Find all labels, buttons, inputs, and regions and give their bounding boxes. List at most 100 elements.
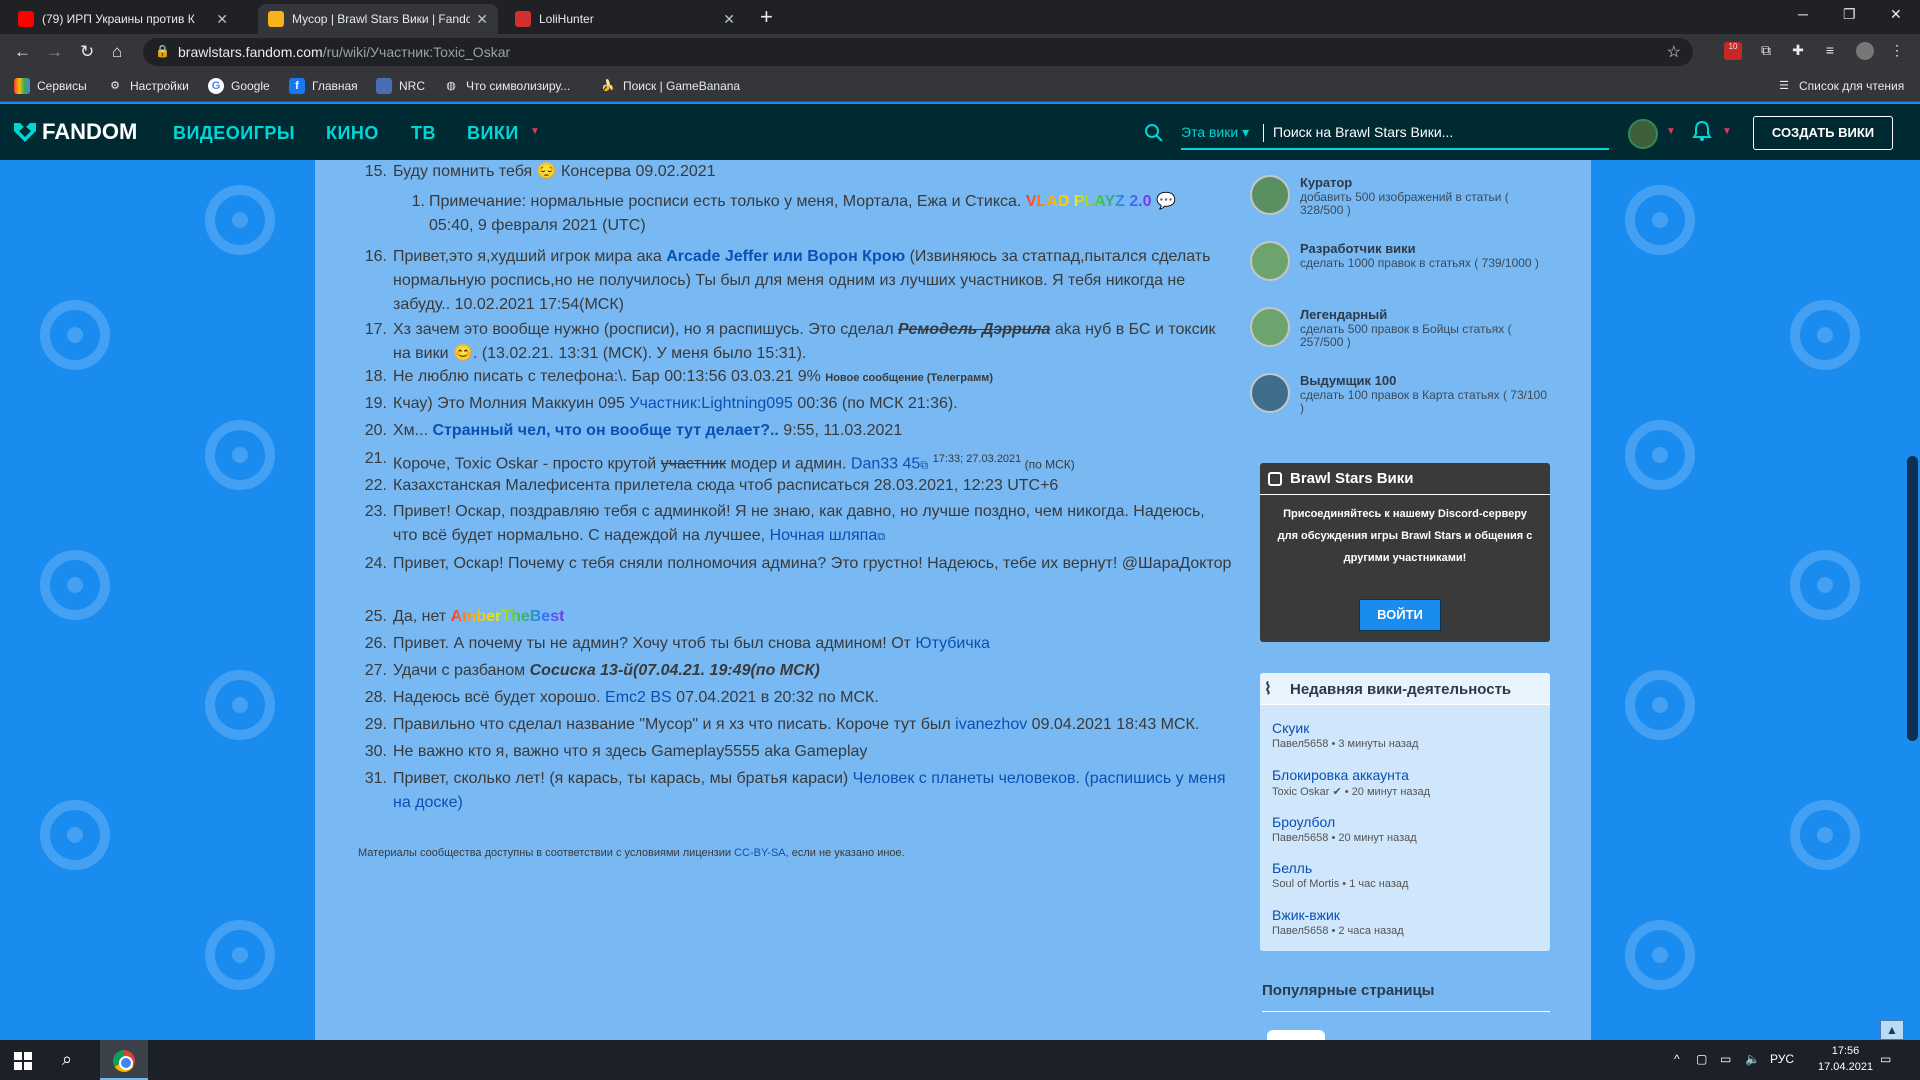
popular-page-thumbnail[interactable] <box>1267 1030 1325 1040</box>
user-link[interactable]: Ютубичка <box>915 635 990 652</box>
extension-icon[interactable]: ⧉ <box>1757 42 1775 60</box>
close-icon[interactable]: ✕ <box>723 11 735 28</box>
user-link[interactable]: VLAD PLAYZ 2.0 <box>1026 193 1152 210</box>
user-link[interactable]: ivanezhov <box>955 716 1027 733</box>
forward-icon[interactable]: → <box>46 42 63 62</box>
reload-icon[interactable]: ↻ <box>80 42 94 62</box>
menu-icon[interactable]: ⋮ <box>1888 42 1906 60</box>
search-icon[interactable] <box>1144 123 1164 143</box>
language-indicator[interactable]: РУС <box>1770 1052 1794 1066</box>
puzzle-icon[interactable]: ✚ <box>1789 42 1807 60</box>
adblock-icon[interactable]: 10 <box>1724 42 1742 60</box>
user-link[interactable]: AmberTheBest <box>451 608 565 625</box>
bookmark-main[interactable]: f Главная <box>289 78 358 94</box>
page-icon <box>515 11 531 27</box>
close-icon[interactable]: ✕ <box>216 11 228 28</box>
close-window-icon[interactable]: ✕ <box>1890 6 1902 23</box>
profile-avatar[interactable] <box>1856 42 1874 60</box>
activity-link[interactable]: Блокировка аккаунта <box>1272 767 1430 783</box>
user-link[interactable]: Dan33 45 <box>851 455 920 472</box>
scrollbar-thumb[interactable] <box>1907 456 1918 741</box>
chevron-down-icon[interactable]: ▼ <box>1722 126 1732 137</box>
volume-icon[interactable]: 🔈 <box>1745 1052 1760 1066</box>
restore-icon[interactable]: ❐ <box>1843 6 1856 23</box>
activity-link[interactable]: Вжик-вжик <box>1272 907 1404 923</box>
badge-icon <box>1250 307 1290 347</box>
bookmark-services[interactable]: Сервисы <box>14 78 87 94</box>
external-link-icon: ⧉ <box>877 531 886 543</box>
chevron-down-icon[interactable]: ▼ <box>530 126 540 137</box>
chrome-taskbar-button[interactable] <box>100 1040 148 1080</box>
badge-icon <box>1250 241 1290 281</box>
nav-games[interactable]: ВИДЕОИГРЫ <box>173 123 295 144</box>
bookmark-google[interactable]: G Google <box>208 78 270 94</box>
badge-icon <box>1250 175 1290 215</box>
discord-icon <box>1268 472 1282 486</box>
bookmark-symbol[interactable]: ◍ Что символизиру... <box>443 78 570 94</box>
tab-bar: (79) ИРП Украины против К ✕ Мусор | Braw… <box>0 0 1920 34</box>
gear-icon: ⚙ <box>110 80 120 92</box>
search-scope[interactable]: Эта вики ▾ <box>1181 124 1249 141</box>
bookmark-gamebanana[interactable]: 🍌 Поиск | GameBanana <box>600 78 740 94</box>
apps-icon <box>14 78 30 94</box>
user-link[interactable]: Emc2 BS <box>605 689 672 706</box>
notification-icon[interactable]: ▭ <box>1880 1052 1891 1066</box>
discord-widget: Brawl Stars Вики Присоединяйтесь к нашем… <box>1260 463 1550 642</box>
tab-youtube[interactable]: (79) ИРП Украины против К ✕ <box>8 4 238 34</box>
join-button[interactable]: ВОЙТИ <box>1359 599 1441 631</box>
user-link[interactable]: Ремодель Дэррила <box>898 321 1050 338</box>
scroll-to-top-button[interactable]: ▲ <box>1880 1020 1904 1040</box>
taskbar: ⌕ ^ ▢ ▭ 🔈 РУС 17:56 17.04.2021 ▭ <box>0 1040 1920 1080</box>
nav-wikis[interactable]: ВИКИ <box>467 123 519 144</box>
tab-fandom[interactable]: Мусор | Brawl Stars Вики | Fandom ✕ <box>258 4 498 34</box>
fandom-tab-icon <box>268 11 284 27</box>
tray-chevron-icon[interactable]: ^ <box>1674 1052 1680 1066</box>
network-icon[interactable]: ▭ <box>1720 1052 1731 1066</box>
close-icon[interactable]: ✕ <box>476 11 488 28</box>
badge-icon <box>1250 373 1290 413</box>
user-link[interactable]: Arcade Jeffer или Ворон Крою <box>666 248 905 265</box>
reading-list[interactable]: ☰ Список для чтения <box>1776 78 1904 94</box>
fandom-logo[interactable]: FANDOM <box>12 119 137 145</box>
create-wiki-button[interactable]: СОЗДАТЬ ВИКИ <box>1753 116 1893 150</box>
license-link[interactable]: CC-BY-SA <box>734 847 786 859</box>
chevron-down-icon[interactable]: ▼ <box>1666 126 1676 137</box>
new-tab-button[interactable]: + <box>760 6 773 28</box>
reading-list-icon: ☰ <box>1779 80 1789 92</box>
search-icon[interactable]: ⌕ <box>62 1049 72 1070</box>
discord-header: Brawl Stars Вики <box>1260 463 1550 495</box>
minimize-icon[interactable]: ─ <box>1798 6 1808 22</box>
home-icon[interactable]: ⌂ <box>112 42 122 62</box>
bookmark-nrc[interactable]: NRC <box>376 78 425 94</box>
user-link[interactable]: Участник:Lightning095 <box>629 395 793 412</box>
clock[interactable]: 17:56 17.04.2021 <box>1818 1043 1873 1075</box>
address-bar[interactable]: 🔒 brawlstars.fandom.com/ru/wiki/Участник… <box>143 38 1693 66</box>
activity-link[interactable]: Броулбол <box>1272 814 1417 830</box>
tab-lolihunter[interactable]: LoliHunter ✕ <box>505 4 745 34</box>
bookmark-settings[interactable]: ⚙ Настройки <box>107 78 189 94</box>
globe-icon: ◍ <box>446 80 456 92</box>
activity-link[interactable]: Белль <box>1272 860 1408 876</box>
back-icon[interactable]: ← <box>14 42 31 62</box>
activity-link[interactable]: Скуик <box>1272 720 1418 736</box>
activity-item: Блокировка аккаунта Toxic Oskar ✔ • 20 м… <box>1272 767 1431 798</box>
activity-item: Белль Soul of Mortis • 1 час назад <box>1272 860 1409 890</box>
search-input[interactable]: Эта вики ▾ Поиск на Brawl Stars Вики... <box>1181 118 1609 150</box>
activity-item: Скуик Павел5658 • 3 минуты назад <box>1272 720 1419 750</box>
bell-icon[interactable] <box>1692 120 1712 142</box>
meet-icon[interactable]: ▢ <box>1696 1052 1707 1066</box>
divider <box>1262 1011 1550 1012</box>
windows-start-icon[interactable] <box>14 1052 32 1070</box>
popular-pages-heading: Популярные страницы <box>1262 982 1435 999</box>
bookmark-star-icon[interactable]: ☆ <box>1667 42 1681 62</box>
nav-tv[interactable]: ТВ <box>411 123 436 144</box>
nav-movies[interactable]: КИНО <box>326 123 379 144</box>
avatar[interactable] <box>1628 119 1658 149</box>
facebook-icon: f <box>289 78 305 94</box>
media-icon[interactable]: ≡ <box>1821 42 1839 60</box>
youtube-icon <box>18 11 34 27</box>
user-link[interactable]: Ночная шляпа <box>770 527 878 544</box>
user-link[interactable]: Странный чел, что он вообще тут делает?.… <box>432 422 778 439</box>
activity-item: Вжик-вжик Павел5658 • 2 часа назад <box>1272 907 1404 937</box>
fandom-heart-icon <box>14 123 36 142</box>
